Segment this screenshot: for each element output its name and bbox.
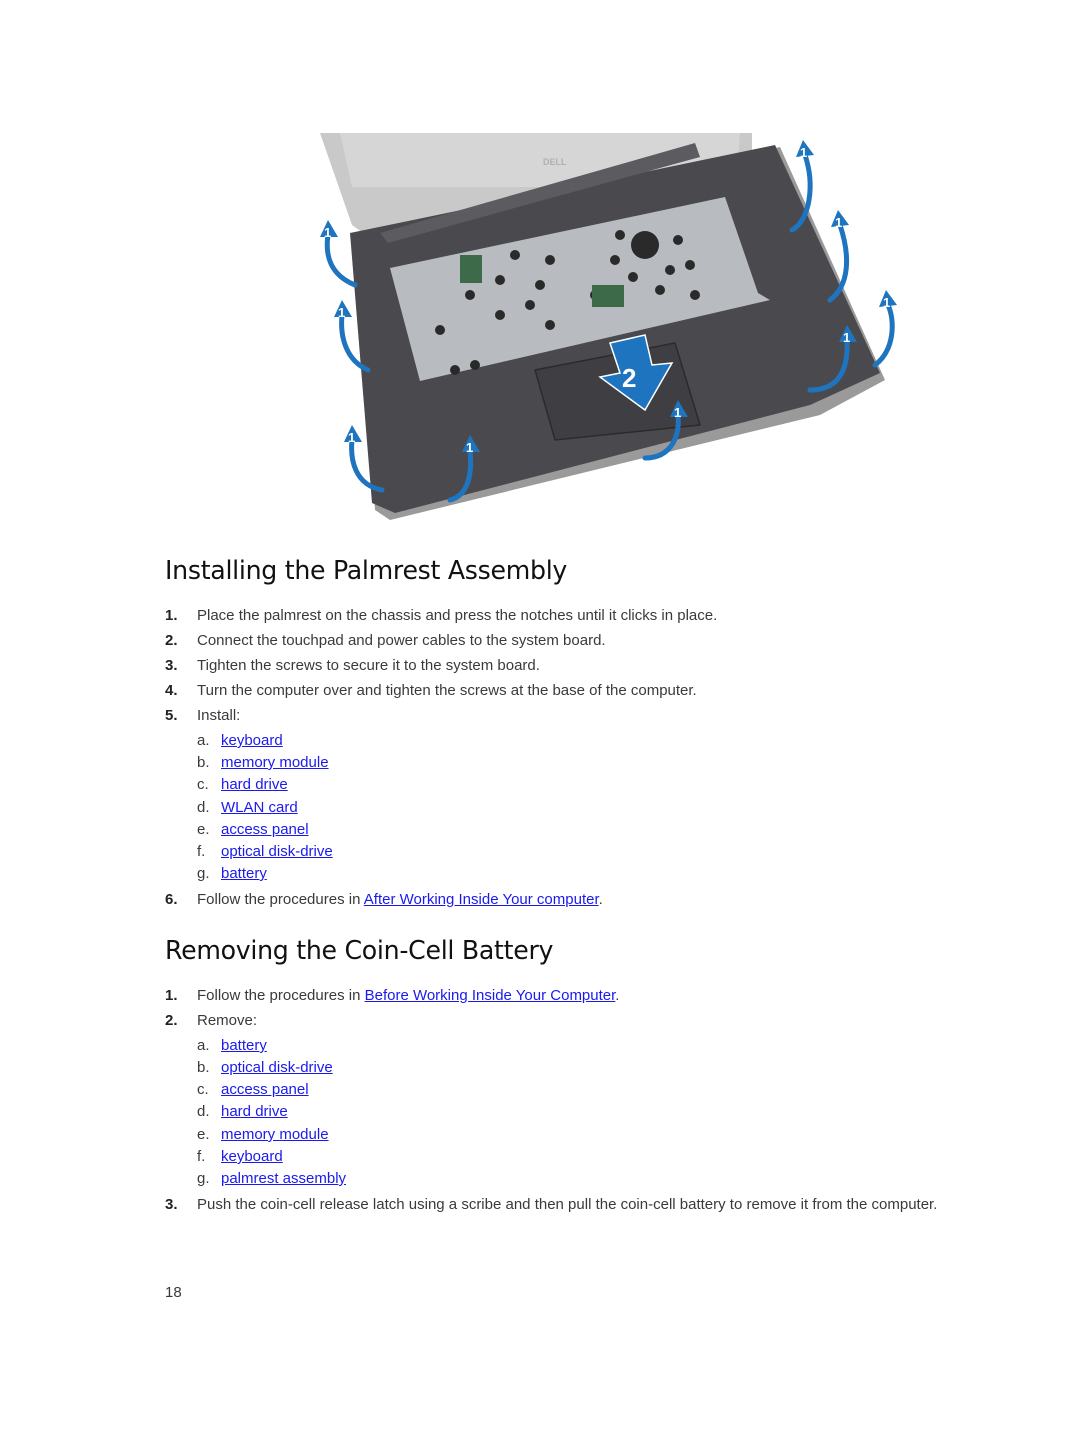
item-letter: f.: [197, 843, 206, 860]
step-text: Connect the touchpad and power cables to…: [197, 632, 606, 649]
step-text: Tighten the screws to secure it to the s…: [197, 657, 540, 674]
remove-subitem: c. access panel: [197, 1081, 309, 1099]
item-letter: c.: [197, 776, 209, 793]
link-before-working-inside[interactable]: Before Working Inside Your Computer: [365, 987, 616, 1004]
remove-subitem: e. memory module: [197, 1126, 329, 1144]
link-optical-disk-drive[interactable]: optical disk-drive: [221, 1059, 333, 1076]
step-number: 5.: [165, 707, 178, 724]
svg-text:1: 1: [843, 330, 850, 345]
svg-text:1: 1: [800, 145, 807, 160]
link-wlan-card[interactable]: WLAN card: [221, 799, 298, 816]
step-number: 1.: [165, 987, 178, 1004]
item-letter: e.: [197, 1126, 210, 1143]
section-title-removing: Removing the Coin-Cell Battery: [165, 936, 554, 966]
item-letter: b.: [197, 754, 210, 771]
step-number: 3.: [165, 657, 178, 674]
step-number: 1.: [165, 607, 178, 624]
link-memory-module[interactable]: memory module: [221, 754, 329, 771]
item-letter: e.: [197, 821, 210, 838]
step-number: 3.: [165, 1196, 178, 1213]
dell-logo: DELL: [543, 157, 567, 167]
connector-board: [460, 255, 482, 283]
svg-text:1: 1: [338, 305, 345, 320]
link-access-panel[interactable]: access panel: [221, 1081, 309, 1098]
item-letter: d.: [197, 1103, 210, 1120]
item-letter: f.: [197, 1148, 206, 1165]
link-hard-drive[interactable]: hard drive: [221, 776, 288, 793]
section-title-installing: Installing the Palmrest Assembly: [165, 556, 568, 586]
remove-subitem: a. battery: [197, 1037, 267, 1055]
wlan-card: [592, 285, 624, 307]
step-text: Follow the procedures in After Working I…: [197, 891, 942, 909]
step-text: Turn the computer over and tighten the s…: [197, 682, 697, 699]
remove-subitem: f. keyboard: [197, 1148, 283, 1166]
step-text: Push the coin-cell release latch using a…: [197, 1196, 938, 1213]
install-subitem: d. WLAN card: [197, 799, 298, 817]
svg-text:1: 1: [324, 225, 331, 240]
svg-text:1: 1: [883, 295, 890, 310]
install-subitem: b. memory module: [197, 754, 329, 772]
item-letter: c.: [197, 1081, 209, 1098]
svg-text:1: 1: [835, 215, 842, 230]
link-hard-drive[interactable]: hard drive: [221, 1103, 288, 1120]
item-letter: g.: [197, 865, 210, 882]
remove-subitem: g. palmrest assembly: [197, 1170, 346, 1188]
link-keyboard[interactable]: keyboard: [221, 732, 283, 749]
step-text: Place the palmrest on the chassis and pr…: [197, 607, 718, 624]
link-palmrest-assembly[interactable]: palmrest assembly: [221, 1170, 346, 1187]
svg-text:1: 1: [466, 440, 473, 455]
item-letter: d.: [197, 799, 210, 816]
step-text: Install:: [197, 707, 241, 724]
step-text-suffix: .: [598, 891, 603, 908]
install-subitem: c. hard drive: [197, 776, 288, 794]
item-letter: a.: [197, 732, 210, 749]
install-subitem: e. access panel: [197, 821, 309, 839]
step-text-prefix: Follow the procedures in: [197, 891, 364, 908]
palmrest-illustration: DELL 2 111 111 111: [320, 133, 897, 520]
link-access-panel[interactable]: access panel: [221, 821, 309, 838]
remove-subitem: b. optical disk-drive: [197, 1059, 333, 1077]
step-text-prefix: Follow the procedures in: [197, 987, 365, 1004]
step-text: Remove:: [197, 1012, 258, 1029]
link-keyboard[interactable]: keyboard: [221, 1148, 283, 1165]
remove-subitem: d. hard drive: [197, 1103, 288, 1121]
step-text-suffix: .: [615, 987, 620, 1004]
link-battery[interactable]: battery: [221, 865, 267, 882]
callout-2: 2: [622, 363, 636, 393]
link-battery[interactable]: battery: [221, 1037, 267, 1054]
install-subitem: f. optical disk-drive: [197, 843, 333, 861]
link-memory-module[interactable]: memory module: [221, 1126, 329, 1143]
svg-text:1: 1: [348, 430, 355, 445]
step-number: 2.: [165, 632, 178, 649]
palmrest-figure: DELL 2 1 1 1 1 1 1 1 1 1: [300, 125, 900, 525]
step-text: Follow the procedures in Before Working …: [197, 987, 942, 1005]
page-number: 18: [165, 1284, 182, 1301]
install-subitem: g. battery: [197, 865, 267, 883]
link-after-working-inside[interactable]: After Working Inside Your computer: [364, 891, 599, 908]
item-letter: g.: [197, 1170, 210, 1187]
item-letter: a.: [197, 1037, 210, 1054]
svg-text:1: 1: [674, 405, 681, 420]
step-number: 4.: [165, 682, 178, 699]
install-subitem: a. keyboard: [197, 732, 283, 750]
item-letter: b.: [197, 1059, 210, 1076]
step-number: 6.: [165, 891, 178, 908]
step-number: 2.: [165, 1012, 178, 1029]
link-optical-disk-drive[interactable]: optical disk-drive: [221, 843, 333, 860]
